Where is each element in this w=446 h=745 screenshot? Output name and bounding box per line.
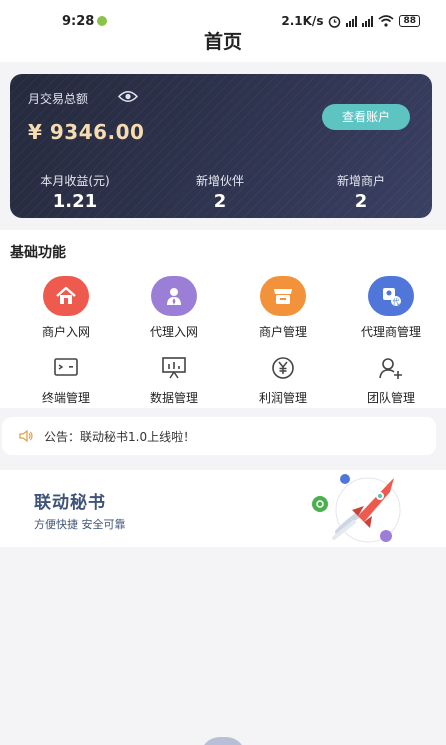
func-terminal-management[interactable]: 终端管理: [11, 354, 121, 406]
announcement-bar[interactable]: 公告：联动秘书1.0上线啦！: [2, 417, 436, 455]
section-heading: 基础功能: [10, 245, 66, 261]
wifi-icon: [378, 15, 394, 27]
nav-bar: 首页: [0, 28, 446, 62]
func-label: 数据管理: [149, 391, 198, 405]
signal-icon-2: [362, 15, 374, 27]
stat-new-partners: 新增伙伴 2: [160, 172, 280, 212]
func-merchant-management[interactable]: 商户管理: [228, 276, 338, 340]
func-label: 终端管理: [41, 391, 90, 405]
func-label: 团队管理: [366, 391, 415, 405]
eye-icon[interactable]: [118, 90, 138, 103]
network-speed: 2.1K/s: [281, 14, 324, 28]
stat-new-merchants: 新增商户 2: [301, 172, 421, 212]
banner-subtitle: 方便快捷 安全可靠: [34, 518, 126, 531]
func-data-management[interactable]: 数据管理: [119, 354, 229, 406]
monthly-volume-label: 月交易总额: [28, 92, 89, 106]
signal-icon-1: [346, 15, 358, 27]
page-title: 首页: [203, 31, 242, 53]
chart-board-icon: [151, 354, 197, 382]
func-label: 代理商管理: [360, 325, 421, 339]
func-label: 商户管理: [258, 325, 307, 339]
func-label: 商户入网: [41, 325, 90, 339]
yen-coin-icon: [260, 354, 306, 382]
stat-label: 本月收益(元): [40, 174, 110, 188]
home-icon: [43, 276, 89, 316]
stat-label: 新增商户: [336, 174, 385, 188]
basic-functions-panel: 基础功能 商户入网 代理入网 商户管理 代 代理商管理 终端管理 数据管理 利润…: [0, 230, 446, 408]
stat-label: 新增伙伴: [195, 174, 244, 188]
monthly-volume-amount: ¥ 9346.00: [28, 120, 145, 144]
view-account-button[interactable]: 查看账户: [322, 104, 410, 130]
func-agent-management[interactable]: 代 代理商管理: [336, 276, 446, 340]
notification-app-icon: [97, 16, 107, 26]
svg-text:代: 代: [393, 297, 400, 306]
func-agent-onboarding[interactable]: 代理入网: [119, 276, 229, 340]
status-right-group: 2.1K/s 88: [281, 14, 420, 28]
bottom-floating-button[interactable]: [200, 737, 246, 745]
agent-icon: 代: [368, 276, 414, 316]
func-label: 利润管理: [258, 391, 307, 405]
person-icon: [151, 276, 197, 316]
team-add-icon: [368, 354, 414, 382]
shop-icon: [260, 276, 306, 316]
func-profit-management[interactable]: 利润管理: [228, 354, 338, 406]
account-summary-card: 月交易总额 ¥ 9346.00 查看账户 本月收益(元) 1.21 新增伙伴 2…: [10, 74, 432, 218]
func-label: 代理入网: [149, 325, 198, 339]
status-time: 9:28: [62, 14, 95, 29]
speaker-icon: [19, 429, 33, 443]
battery-icon: 88: [399, 15, 420, 27]
announcement-text: 公告：联动秘书1.0上线啦！: [44, 429, 196, 444]
func-merchant-onboarding[interactable]: 商户入网: [11, 276, 121, 340]
stat-value: 1.21: [52, 191, 98, 212]
rocket-illustration-icon: [312, 474, 401, 543]
promo-banner[interactable]: 联动秘书 方便快捷 安全可靠: [0, 470, 446, 547]
banner-title: 联动秘书: [34, 493, 106, 513]
stat-monthly-income: 本月收益(元) 1.21: [15, 172, 135, 212]
func-team-management[interactable]: 团队管理: [336, 354, 446, 406]
stat-value: 2: [213, 191, 227, 212]
alarm-icon: [329, 15, 341, 28]
terminal-icon: [43, 354, 89, 382]
stat-value: 2: [354, 191, 368, 212]
